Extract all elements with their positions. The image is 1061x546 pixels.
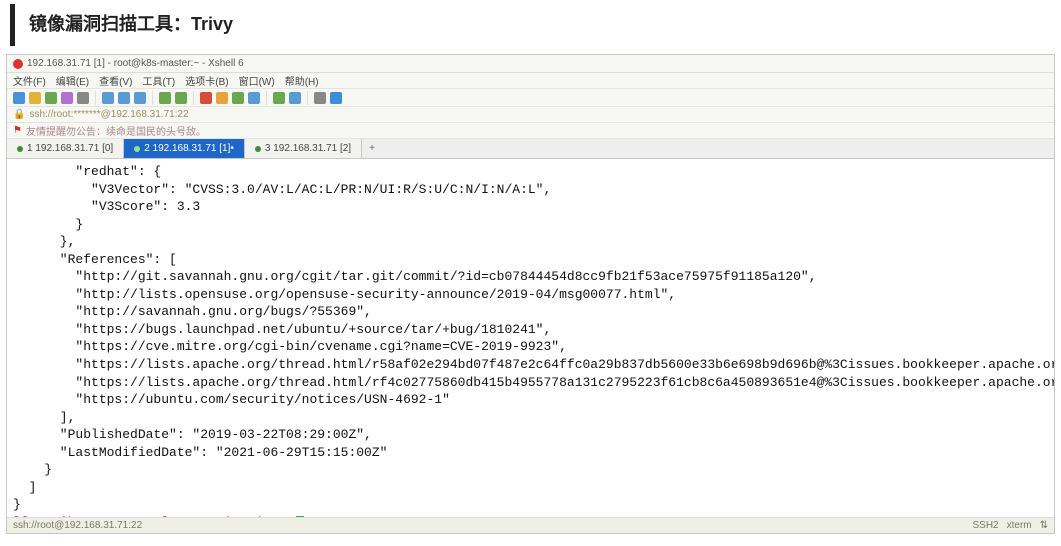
address-bar[interactable]: 🔒 ssh://root:*******@192.168.31.71:22 [7,107,1054,123]
menu-item[interactable]: 文件(F) [13,73,46,88]
status-bar: ssh://root@192.168.31.71:22 SSH2 xterm ⇅ [7,517,1054,533]
menubar[interactable]: 文件(F) 编辑(E) 查看(V) 工具(T) 选项卡(B) 窗口(W) 帮助(H) [7,73,1054,89]
tab-label: 1 192.168.31.71 [0] [27,143,113,154]
session-tab[interactable]: 3 192.168.31.71 [2] [245,139,362,158]
connection-status-icon [255,146,261,152]
menu-item[interactable]: 工具(T) [142,73,175,88]
page-title: 镜像漏洞扫描工具：Trivy [10,4,1061,46]
toolbar[interactable] [7,89,1054,107]
menu-item[interactable]: 窗口(W) [239,73,275,88]
fullscreen-icon[interactable] [159,92,171,104]
toolbar-separator [266,91,267,105]
status-item: ⇅ [1040,520,1048,531]
cascade-icon[interactable] [175,92,187,104]
status-right: SSH2 xterm ⇅ [964,520,1048,531]
session-tab[interactable]: 2 192.168.31.71 [1] • [124,139,245,158]
tab-label: 3 192.168.31.71 [2] [265,143,351,154]
tab-label: 2 192.168.31.71 [1] [144,143,230,154]
paste-icon[interactable] [118,92,130,104]
menu-item[interactable]: 查看(V) [99,73,132,88]
status-item: xterm [1007,520,1032,531]
connection-status-icon [134,146,140,152]
disconnect-icon[interactable] [77,92,89,104]
window-titlebar: 192.168.31.71 [1] - root@k8s-master:~ - … [7,55,1054,73]
reconnect-icon[interactable] [61,92,73,104]
copy-icon[interactable] [102,92,114,104]
ssh-protocol-icon: 🔒 [13,109,25,120]
window-title-text: 192.168.31.71 [1] - root@k8s-master:~ - … [27,58,244,69]
new-session-icon[interactable] [13,92,25,104]
folder-icon[interactable] [248,92,260,104]
lock-icon[interactable] [216,92,228,104]
session-tab[interactable]: 1 192.168.31.71 [0] [7,139,124,158]
new-tab-button[interactable]: + [362,139,382,158]
run-icon[interactable] [273,92,285,104]
toolbar-separator [95,91,96,105]
save-icon[interactable] [45,92,57,104]
connection-status-icon [17,146,23,152]
xshell-window: 192.168.31.71 [1] - root@k8s-master:~ - … [6,54,1055,534]
toolbar-separator [307,91,308,105]
open-icon[interactable] [29,92,41,104]
address-text: ssh://root:*******@192.168.31.71:22 [29,109,188,120]
session-tabs[interactable]: 1 192.168.31.71 [0] 2 192.168.31.71 [1] •… [7,139,1054,159]
find-icon[interactable] [134,92,146,104]
app-logo-icon [13,59,23,69]
hint-bar: ⚑ 友情提醒勿公告：续命是国民的头号敌。 [7,123,1054,139]
settings-icon[interactable] [314,92,326,104]
key-icon[interactable] [232,92,244,104]
toolbar-separator [152,91,153,105]
red-dot-icon[interactable] [200,92,212,104]
help-icon[interactable] [330,92,342,104]
menu-item[interactable]: 选项卡(B) [185,73,228,88]
hint-text: 友情提醒勿公告：续命是国民的头号敌。 [26,123,206,138]
menu-item[interactable]: 帮助(H) [285,73,319,88]
status-left: ssh://root@192.168.31.71:22 [13,520,142,531]
terminal-output[interactable]: "redhat": { "V3Vector": "CVSS:3.0/AV:L/A… [7,159,1054,517]
toolbar-separator [193,91,194,105]
flag-icon: ⚑ [13,125,22,136]
menu-item[interactable]: 编辑(E) [56,73,89,88]
tab-modified-indicator: • [230,143,234,154]
script-icon[interactable] [289,92,301,104]
status-item: SSH2 [972,520,998,531]
